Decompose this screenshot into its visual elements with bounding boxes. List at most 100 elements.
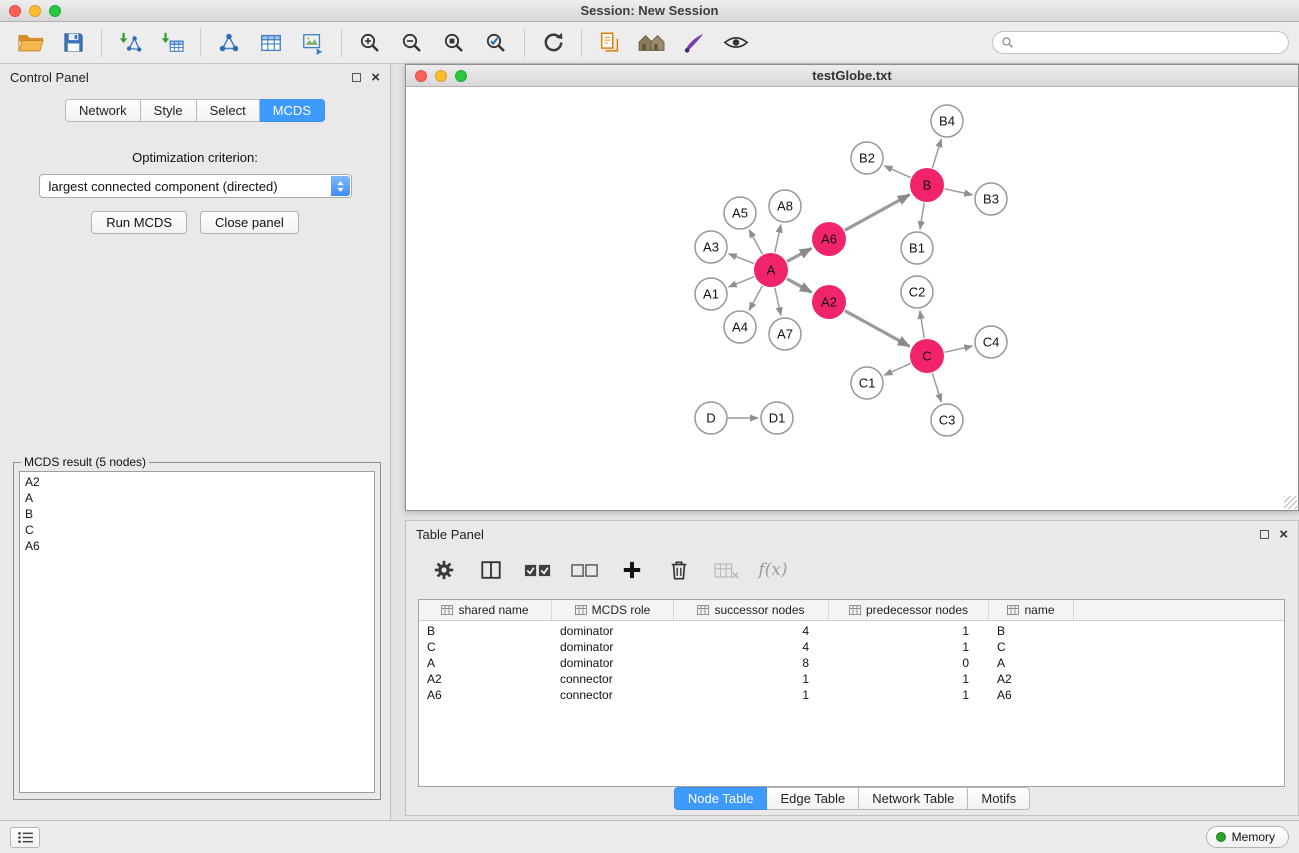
node-A8[interactable]: A8 (769, 190, 801, 222)
column-header-name[interactable]: name (989, 600, 1074, 620)
node-C[interactable]: C (910, 339, 944, 373)
node-C4[interactable]: C4 (975, 326, 1007, 358)
column-header-successor-nodes[interactable]: successor nodes (674, 600, 829, 620)
node-D[interactable]: D (695, 402, 727, 434)
close-panel-button[interactable]: Close panel (200, 211, 299, 234)
node-C2[interactable]: C2 (901, 276, 933, 308)
node-A[interactable]: A (754, 253, 788, 287)
zoom-window-button[interactable] (49, 5, 61, 17)
select-all-button[interactable] (522, 554, 554, 586)
optimization-criterion-select[interactable]: largest connected component (directed) (39, 174, 352, 198)
mcds-result-item[interactable]: B (25, 506, 369, 522)
show-hide-button[interactable] (715, 25, 757, 61)
edge-A-A6[interactable] (787, 248, 812, 261)
edge-C-C3[interactable] (932, 373, 941, 402)
tab-style[interactable]: Style (141, 99, 197, 122)
network-minimize-button[interactable] (435, 70, 447, 82)
network-canvas[interactable]: AA1A2A3A4A5A6A7A8BB1B2B3B4CC1C2C3C4DD1 (406, 87, 1298, 510)
tab-mcds[interactable]: MCDS (260, 99, 325, 122)
import-table-button[interactable] (151, 25, 193, 61)
close-table-panel-icon[interactable]: × (1279, 530, 1288, 539)
table-row[interactable]: Adominator80A (419, 655, 1284, 671)
table-row[interactable]: Cdominator41C (419, 639, 1284, 655)
edge-C-C2[interactable] (920, 311, 924, 338)
node-C3[interactable]: C3 (931, 404, 963, 436)
float-panel-icon[interactable] (352, 73, 361, 82)
mcds-result-item[interactable]: A (25, 490, 369, 506)
edge-A6-B[interactable] (845, 195, 910, 231)
edge-A-A2[interactable] (787, 279, 812, 293)
apply-style-button[interactable] (673, 25, 715, 61)
node-A1[interactable]: A1 (695, 278, 727, 310)
tab-network-table[interactable]: Network Table (859, 787, 968, 810)
network-close-button[interactable] (415, 70, 427, 82)
edge-B-B2[interactable] (884, 166, 910, 178)
node-B4[interactable]: B4 (931, 105, 963, 137)
node-B2[interactable]: B2 (851, 142, 883, 174)
mcds-result-item[interactable]: A2 (25, 474, 369, 490)
mcds-result-item[interactable]: A6 (25, 538, 369, 554)
search-input[interactable] (1019, 34, 1288, 52)
tab-select[interactable]: Select (197, 99, 260, 122)
show-columns-button[interactable] (475, 554, 507, 586)
node-A6[interactable]: A6 (812, 222, 846, 256)
table-row[interactable]: A2connector11A2 (419, 671, 1284, 687)
tab-node-table[interactable]: Node Table (674, 787, 768, 810)
column-header-mcds-role[interactable]: MCDS role (552, 600, 674, 620)
table-row[interactable]: Bdominator41B (419, 623, 1284, 639)
float-table-panel-icon[interactable] (1260, 530, 1269, 539)
node-D1[interactable]: D1 (761, 402, 793, 434)
node-A4[interactable]: A4 (724, 311, 756, 343)
task-history-button[interactable] (10, 827, 40, 848)
edge-C-C1[interactable] (884, 363, 910, 375)
export-image-button[interactable] (292, 25, 334, 61)
edge-A-A7[interactable] (775, 288, 781, 316)
run-mcds-button[interactable]: Run MCDS (91, 211, 187, 234)
open-session-button[interactable] (10, 25, 52, 61)
node-A2[interactable]: A2 (812, 285, 846, 319)
node-B[interactable]: B (910, 168, 944, 202)
node-A3[interactable]: A3 (695, 231, 727, 263)
delete-table-button[interactable] (710, 554, 742, 586)
network-zoom-button[interactable] (455, 70, 467, 82)
edge-A-A3[interactable] (729, 254, 755, 264)
close-panel-icon[interactable]: × (371, 73, 380, 82)
function-builder-button[interactable]: f(x) (757, 554, 789, 586)
edge-A-A8[interactable] (775, 225, 781, 253)
edge-B-B3[interactable] (945, 189, 973, 195)
mcds-result-list[interactable]: A2ABCA6 (19, 471, 375, 793)
column-header-shared-name[interactable]: shared name (419, 600, 552, 620)
import-network-button[interactable] (109, 25, 151, 61)
network-graph[interactable]: AA1A2A3A4A5A6A7A8BB1B2B3B4CC1C2C3C4DD1 (406, 87, 1298, 510)
deselect-all-button[interactable] (569, 554, 601, 586)
node-A7[interactable]: A7 (769, 318, 801, 350)
close-window-button[interactable] (9, 5, 21, 17)
node-C1[interactable]: C1 (851, 367, 883, 399)
column-header-predecessor-nodes[interactable]: predecessor nodes (829, 600, 989, 620)
zoom-selected-button[interactable] (475, 25, 517, 61)
memory-button[interactable]: Memory (1206, 826, 1289, 848)
new-table-button[interactable] (250, 25, 292, 61)
zoom-fit-button[interactable] (433, 25, 475, 61)
tab-motifs[interactable]: Motifs (968, 787, 1030, 810)
table-row[interactable]: A6connector11A6 (419, 687, 1284, 703)
node-A5[interactable]: A5 (724, 197, 756, 229)
edge-B-B4[interactable] (932, 139, 941, 168)
table-settings-button[interactable] (428, 554, 460, 586)
network-window-titlebar[interactable]: testGlobe.txt (406, 65, 1298, 87)
edge-A2-C[interactable] (845, 311, 910, 347)
node-B3[interactable]: B3 (975, 183, 1007, 215)
mcds-result-item[interactable]: C (25, 522, 369, 538)
window-resize-grip[interactable] (1284, 496, 1297, 509)
tab-edge-table[interactable]: Edge Table (767, 787, 859, 810)
delete-column-button[interactable] (663, 554, 695, 586)
edge-A-A5[interactable] (749, 230, 762, 255)
new-network-button[interactable] (208, 25, 250, 61)
home-views-button[interactable] (631, 25, 673, 61)
edge-A-A1[interactable] (729, 277, 755, 287)
zoom-in-button[interactable] (349, 25, 391, 61)
add-column-button[interactable] (616, 554, 648, 586)
minimize-window-button[interactable] (29, 5, 41, 17)
tab-network[interactable]: Network (65, 99, 141, 122)
refresh-button[interactable] (532, 25, 574, 61)
